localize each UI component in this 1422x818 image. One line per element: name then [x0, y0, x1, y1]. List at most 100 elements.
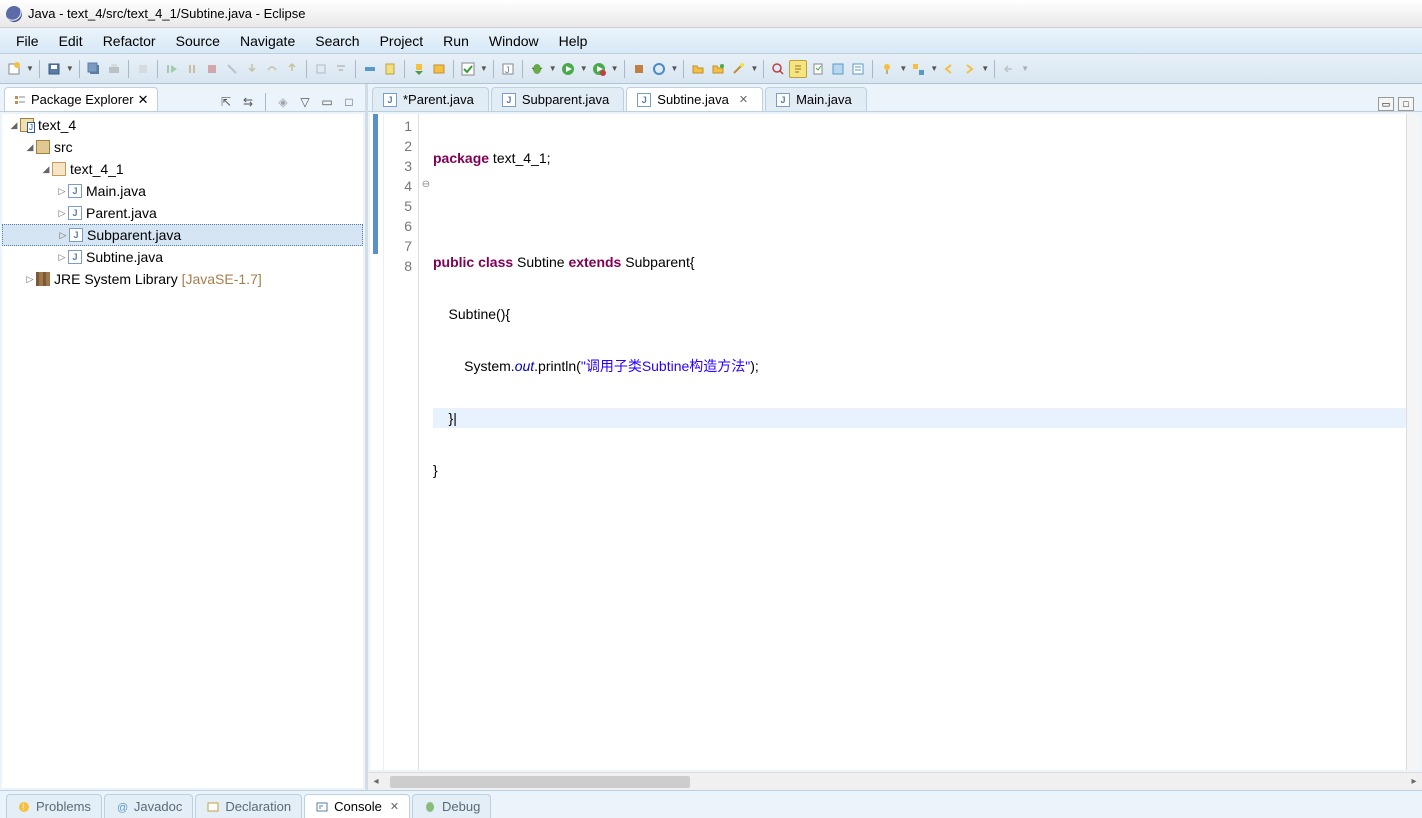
marker-bar[interactable] — [370, 114, 384, 770]
download-icon[interactable] — [410, 60, 428, 78]
code-editor[interactable]: 1 2 3 4 5 6 7 8 ⊖ package text_4_1; publ… — [370, 114, 1420, 770]
tree-src[interactable]: ◢ src — [2, 136, 363, 158]
package-explorer-close[interactable]: ✕ — [138, 92, 149, 108]
new-icon[interactable] — [5, 60, 23, 78]
menu-refactor[interactable]: Refactor — [93, 30, 166, 52]
menu-edit[interactable]: Edit — [49, 30, 93, 52]
scroll-left-icon[interactable]: ◂ — [368, 776, 384, 787]
check-dropdown[interactable]: ▼ — [480, 64, 488, 73]
toggle-icon[interactable] — [361, 60, 379, 78]
view-menu-icon[interactable]: ▽ — [297, 94, 313, 110]
perspective-icon[interactable] — [909, 60, 927, 78]
caret-icon[interactable]: ▷ — [57, 230, 69, 241]
tab-declaration[interactable]: Declaration — [195, 794, 302, 818]
minimize-editor-icon[interactable]: ▭ — [1378, 97, 1394, 111]
scroll-right-icon[interactable]: ▸ — [1406, 776, 1422, 787]
new-java-icon[interactable]: J — [499, 60, 517, 78]
tree-file-main[interactable]: ▷ J Main.java — [2, 180, 363, 202]
horizontal-scrollbar[interactable]: ◂ ▸ — [368, 772, 1422, 790]
coverage-icon[interactable] — [650, 60, 668, 78]
perspective-dropdown[interactable]: ▼ — [930, 64, 938, 73]
caret-icon[interactable]: ◢ — [8, 120, 20, 131]
save-dropdown[interactable]: ▼ — [66, 64, 74, 73]
package-tree[interactable]: ◢ text_4 ◢ src ◢ text_4_1 ▷ J Main.java … — [2, 114, 363, 788]
collapse-all-icon[interactable]: ⇱ — [218, 94, 234, 110]
check-icon[interactable] — [459, 60, 477, 78]
scrollbar-thumb[interactable] — [390, 776, 690, 788]
menu-file[interactable]: File — [6, 30, 49, 52]
terminate-icon[interactable] — [203, 60, 221, 78]
tab-subtine[interactable]: J Subtine.java ✕ — [626, 87, 763, 111]
fold-icon[interactable]: ⊖ — [419, 174, 433, 194]
wand-dropdown[interactable]: ▼ — [750, 64, 758, 73]
menu-source[interactable]: Source — [166, 30, 230, 52]
run-dropdown[interactable]: ▼ — [580, 64, 588, 73]
tab-console[interactable]: Console ✕ — [304, 794, 410, 818]
maximize-icon[interactable]: □ — [341, 94, 357, 110]
menu-search[interactable]: Search — [305, 30, 369, 52]
run-icon[interactable] — [559, 60, 577, 78]
run-last-icon[interactable] — [590, 60, 608, 78]
caret-icon[interactable]: ▷ — [56, 208, 68, 219]
tree-package[interactable]: ◢ text_4_1 — [2, 158, 363, 180]
annotation-icon[interactable] — [789, 60, 807, 78]
menu-run[interactable]: Run — [433, 30, 479, 52]
build-icon[interactable] — [134, 60, 152, 78]
step-return-icon[interactable] — [283, 60, 301, 78]
tree-file-subparent[interactable]: ▷ J Subparent.java — [2, 224, 363, 246]
task-icon[interactable] — [809, 60, 827, 78]
tab-debug[interactable]: Debug — [412, 794, 491, 818]
nav-back-icon[interactable] — [1000, 60, 1018, 78]
debug-icon[interactable] — [528, 60, 546, 78]
tab-main[interactable]: J Main.java — [765, 87, 867, 111]
maximize-editor-icon[interactable]: □ — [1398, 97, 1414, 111]
minimize-icon[interactable]: ▭ — [319, 94, 335, 110]
suspend-icon[interactable] — [183, 60, 201, 78]
menu-navigate[interactable]: Navigate — [230, 30, 305, 52]
forward-dropdown[interactable]: ▼ — [981, 64, 989, 73]
menu-window[interactable]: Window — [479, 30, 549, 52]
pin-dropdown[interactable]: ▼ — [899, 64, 907, 73]
package-explorer-tab[interactable]: Package Explorer ✕ — [4, 87, 158, 111]
caret-icon[interactable]: ▷ — [24, 274, 36, 285]
step-filters-icon[interactable] — [332, 60, 350, 78]
tree-file-subtine[interactable]: ▷ J Subtine.java — [2, 246, 363, 268]
step-into-icon[interactable] — [243, 60, 261, 78]
save-icon[interactable] — [45, 60, 63, 78]
tree-project[interactable]: ◢ text_4 — [2, 114, 363, 136]
disconnect-icon[interactable] — [223, 60, 241, 78]
search-icon[interactable] — [769, 60, 787, 78]
mark-icon[interactable] — [381, 60, 399, 78]
menu-project[interactable]: Project — [370, 30, 434, 52]
open-folder-icon[interactable] — [709, 60, 727, 78]
tab-javadoc[interactable]: @ Javadoc — [104, 794, 193, 818]
bookmark-icon[interactable] — [829, 60, 847, 78]
back-icon[interactable] — [940, 60, 958, 78]
step-over-icon[interactable] — [263, 60, 281, 78]
debug-dropdown[interactable]: ▼ — [549, 64, 557, 73]
tab-subparent[interactable]: J Subparent.java — [491, 87, 624, 111]
caret-icon[interactable]: ▷ — [56, 186, 68, 197]
console-close[interactable]: ✕ — [390, 800, 399, 813]
run-last-dropdown[interactable]: ▼ — [611, 64, 619, 73]
new-dropdown[interactable]: ▼ — [26, 64, 34, 73]
resume-icon[interactable] — [163, 60, 181, 78]
wand-icon[interactable] — [729, 60, 747, 78]
tab-close[interactable]: ✕ — [739, 93, 748, 106]
pin-icon[interactable] — [878, 60, 896, 78]
coverage-dropdown[interactable]: ▼ — [671, 64, 679, 73]
ext-tools-icon[interactable] — [630, 60, 648, 78]
caret-icon[interactable]: ◢ — [40, 164, 52, 175]
overview-ruler[interactable] — [1406, 114, 1420, 770]
tree-jre[interactable]: ▷ JRE System Library [JavaSE-1.7] — [2, 268, 363, 290]
tree-file-parent[interactable]: ▷ J Parent.java — [2, 202, 363, 224]
caret-icon[interactable]: ▷ — [56, 252, 68, 263]
new-folder-icon[interactable] — [689, 60, 707, 78]
save-all-icon[interactable] — [85, 60, 103, 78]
caret-icon[interactable]: ◢ — [24, 142, 36, 153]
code-content[interactable]: package text_4_1; public class Subtine e… — [433, 114, 1406, 770]
forward-icon[interactable] — [960, 60, 978, 78]
drop-frame-icon[interactable] — [312, 60, 330, 78]
nav-back-dropdown[interactable]: ▼ — [1021, 64, 1029, 73]
fold-column[interactable]: ⊖ — [419, 114, 433, 770]
